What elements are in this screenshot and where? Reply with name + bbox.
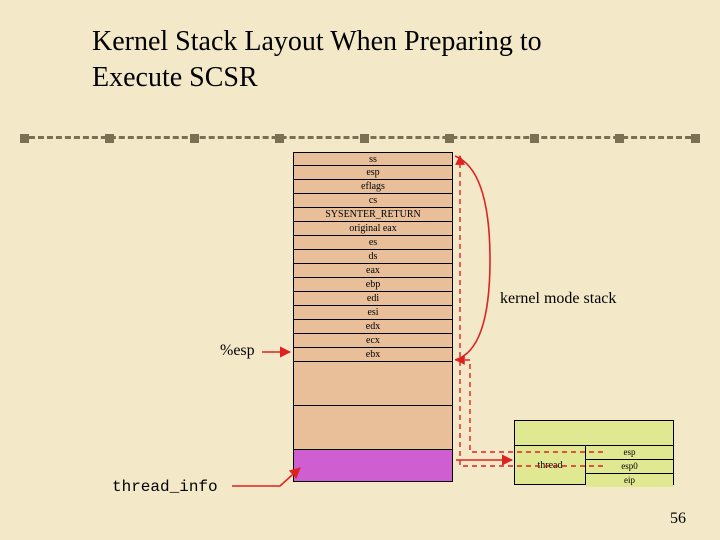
stack-row: es <box>293 236 453 250</box>
stack-diagram: ss esp eflags cs SYSENTER_RETURN origina… <box>293 152 453 482</box>
title-line1: Kernel Stack Layout When Preparing to <box>92 26 542 57</box>
stack-row: cs <box>293 194 453 208</box>
thread-struct-label: thread <box>515 446 586 484</box>
kernel-mode-stack-label: kernel mode stack <box>500 290 616 308</box>
stack-row: esp <box>293 166 453 180</box>
stack-row: ds <box>293 250 453 264</box>
stack-row: ebp <box>293 278 453 292</box>
thread-struct-field: esp0 <box>586 460 673 474</box>
thread-struct-field: eip <box>586 474 673 487</box>
stack-empty-region <box>293 406 453 450</box>
stack-row: ebx <box>293 348 453 362</box>
stack-row: edx <box>293 320 453 334</box>
page-number: 56 <box>670 510 686 528</box>
stack-row: esi <box>293 306 453 320</box>
title-line2: Execute SCSR <box>92 62 258 93</box>
thread-struct-field: esp <box>586 446 673 460</box>
stack-row: SYSENTER_RETURN <box>293 208 453 222</box>
title-underline <box>20 136 700 139</box>
thread-struct-top <box>514 420 674 446</box>
thread-info-region <box>293 450 453 482</box>
thread-struct-table: thread esp esp0 eip <box>514 420 674 485</box>
stack-row: eflags <box>293 180 453 194</box>
thread-info-label: thread_info <box>112 478 218 496</box>
stack-row: ss <box>293 152 453 166</box>
slide-title: Kernel Stack Layout When Preparing to Ex… <box>92 24 542 96</box>
stack-empty-region <box>293 362 453 406</box>
stack-row: original eax <box>293 222 453 236</box>
stack-row: edi <box>293 292 453 306</box>
stack-row: eax <box>293 264 453 278</box>
stack-row: ecx <box>293 334 453 348</box>
esp-pointer-label: %esp <box>220 342 255 360</box>
